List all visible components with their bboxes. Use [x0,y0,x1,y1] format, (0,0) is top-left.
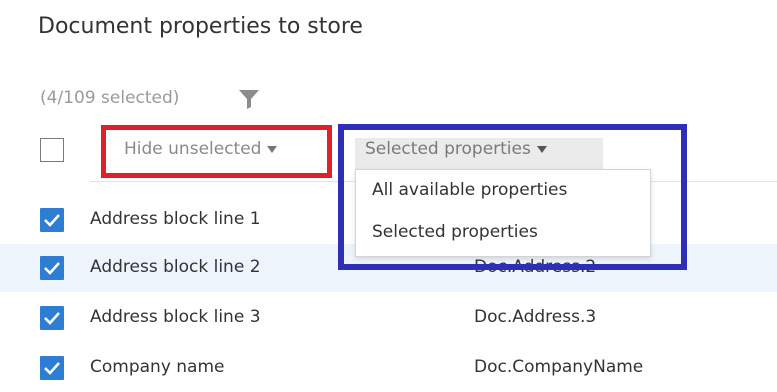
filter-icon[interactable] [238,88,260,110]
row-checkbox[interactable] [40,208,64,232]
checkmark-icon [44,312,60,325]
checkmark-icon [44,362,60,375]
select-all-checkbox[interactable] [40,138,64,162]
checkmark-icon [44,262,60,275]
row-value: Doc.Address.3 [474,307,597,327]
table-row[interactable]: Address block line 3 Doc.Address.3 [0,294,777,342]
red-annotation-box [101,125,332,178]
page-title: Document properties to store [38,14,363,39]
row-checkbox[interactable] [40,356,64,380]
selected-count: (4/109 selected) [40,88,180,108]
row-label: Company name [90,357,225,377]
table-row[interactable]: Company name Doc.CompanyName [0,344,777,392]
row-checkbox[interactable] [40,256,64,280]
blue-annotation-box [338,124,687,270]
checkmark-icon [44,214,60,227]
row-checkbox[interactable] [40,306,64,330]
row-label: Address block line 2 [90,257,261,277]
row-label: Address block line 3 [90,307,261,327]
row-value: Doc.CompanyName [474,357,644,377]
row-label: Address block line 1 [90,209,261,229]
